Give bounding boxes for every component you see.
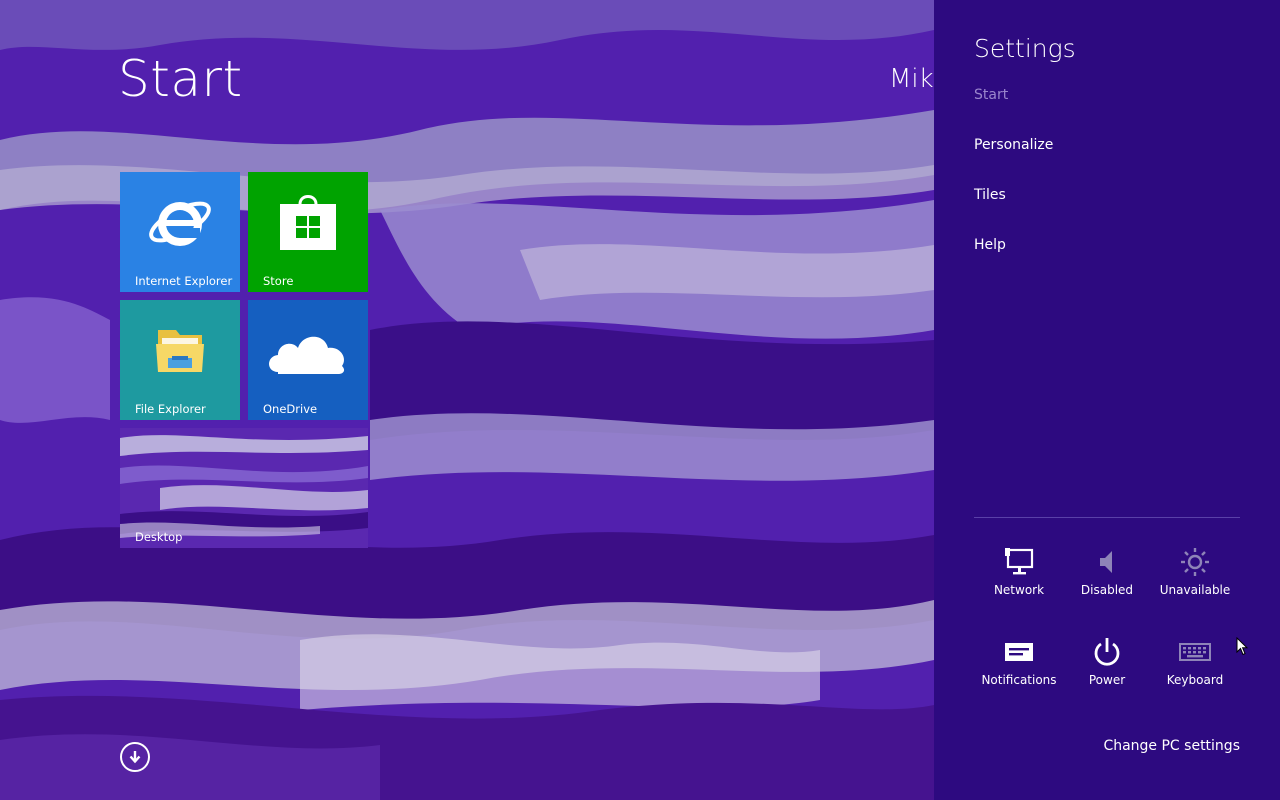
brightness-sun-icon: [1181, 548, 1209, 576]
speaker-icon: [1100, 551, 1112, 573]
store-bag-icon: [280, 195, 336, 250]
tile-desktop[interactable]: Desktop: [120, 428, 368, 548]
tiles-link[interactable]: Tiles: [974, 187, 1006, 203]
power-button[interactable]: Power: [1065, 637, 1149, 707]
internet-explorer-icon: [149, 201, 211, 246]
keyboard-label: Keyboard: [1166, 673, 1224, 687]
settings-charm-pane: Settings Start Personalize Tiles Help Ne…: [934, 0, 1280, 800]
tile-file-explorer[interactable]: File Explorer: [120, 300, 240, 420]
tile-store[interactable]: Store: [248, 172, 368, 292]
tile-internet-explorer[interactable]: Internet Explorer: [120, 172, 240, 292]
start-title: Start: [118, 50, 243, 108]
tile-label: OneDrive: [263, 402, 318, 416]
volume-label: Disabled: [1080, 583, 1134, 597]
keyboard-icon: [1179, 643, 1211, 661]
notifications-label: Notifications: [981, 673, 1057, 687]
power-icon: [1094, 638, 1120, 666]
power-label: Power: [1088, 673, 1126, 687]
mouse-pointer-icon: [1236, 637, 1248, 656]
tile-label: Desktop: [135, 530, 183, 544]
network-label: Network: [993, 583, 1045, 597]
personalize-link[interactable]: Personalize: [974, 137, 1053, 153]
volume-button[interactable]: Disabled: [1065, 547, 1149, 617]
down-arrow-circle-icon: [129, 751, 141, 764]
settings-divider: [974, 517, 1240, 518]
tile-label: File Explorer: [135, 402, 206, 416]
start-screen: Start Mike Internet Explorer Store: [0, 0, 934, 800]
settings-title: Settings: [974, 34, 1076, 63]
tile-onedrive[interactable]: OneDrive: [248, 300, 368, 420]
cloud-icon: [269, 336, 345, 374]
brightness-label: Unavailable: [1159, 583, 1231, 597]
brightness-button[interactable]: Unavailable: [1153, 547, 1237, 617]
help-link[interactable]: Help: [974, 237, 1006, 253]
tile-label: Internet Explorer: [135, 274, 233, 288]
network-icon: [1005, 548, 1034, 575]
folder-icon: [156, 330, 204, 372]
keyboard-button[interactable]: Keyboard: [1153, 637, 1237, 707]
all-apps-button[interactable]: [120, 742, 150, 772]
change-pc-settings-link[interactable]: Change PC settings: [1103, 738, 1240, 754]
user-account-name[interactable]: Mike: [889, 64, 934, 94]
notifications-button[interactable]: Notifications: [977, 637, 1061, 707]
network-button[interactable]: Network: [977, 547, 1061, 617]
notifications-icon: [1005, 643, 1033, 661]
settings-context-label: Start: [974, 87, 1009, 103]
tile-label: Store: [263, 274, 294, 288]
